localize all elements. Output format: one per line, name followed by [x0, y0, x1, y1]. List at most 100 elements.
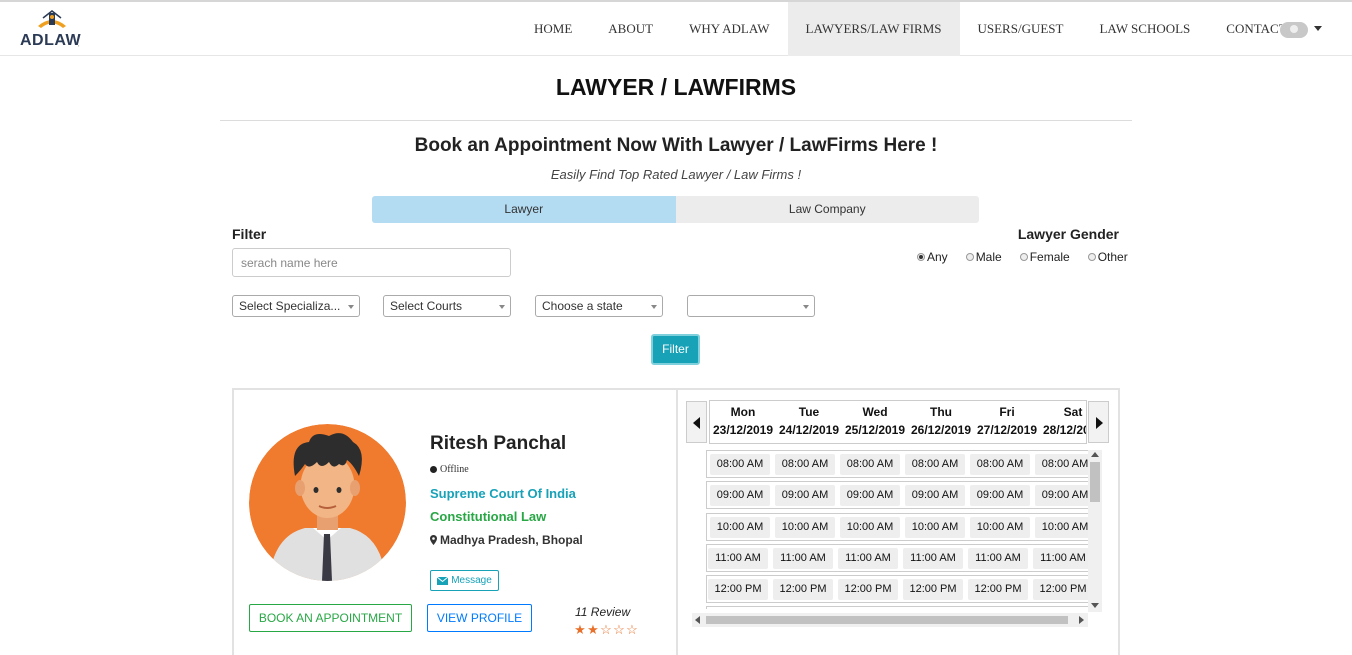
time-slot-button[interactable]: 11:00 AM [773, 548, 833, 569]
city-select[interactable] [687, 295, 815, 317]
tab-law-company[interactable]: Law Company [675, 196, 979, 223]
select-value: Choose a state [542, 299, 623, 313]
scroll-thumb[interactable] [1090, 462, 1100, 502]
scroll-thumb[interactable] [706, 616, 1068, 624]
message-button[interactable]: Message [430, 570, 499, 591]
star-filled-icon: ★ [587, 622, 599, 637]
nav-item-law-schools[interactable]: LAW SCHOOLS [1081, 2, 1208, 56]
day-name: Wed [862, 405, 888, 419]
status-indicator: Offline [430, 464, 469, 475]
time-slot-button[interactable]: 11:00 AM [1033, 548, 1088, 569]
time-slot-button[interactable]: 11:00 AM [708, 548, 768, 569]
star-empty-icon: ☆ [600, 622, 612, 637]
radio-other[interactable]: Other [1087, 250, 1128, 264]
time-slot-row: 09:00 AM 09:00 AM 09:00 AM 09:00 AM 09:00 AM… [706, 481, 1088, 509]
time-slot-button[interactable]: 08:00 AM [970, 454, 1030, 475]
radio-female[interactable]: Female [1019, 250, 1070, 264]
radio-dot[interactable] [1087, 253, 1096, 261]
time-slot-button[interactable]: 11:00 AM [838, 548, 898, 569]
lawyer-specialization: Constitutional Law [430, 509, 547, 524]
time-slot-button[interactable]: 12:00 PM [838, 579, 898, 600]
vertical-scrollbar[interactable] [1088, 450, 1102, 612]
time-slot-button[interactable]: 09:00 AM [840, 485, 900, 506]
time-slot-button[interactable]: 09:00 AM [1035, 485, 1088, 506]
time-slot-button[interactable]: 12:00 PM [968, 579, 1028, 600]
time-slot-button[interactable]: 09:00 AM [905, 485, 965, 506]
scroll-up-icon[interactable] [1091, 452, 1099, 457]
navbar: ADLAW ▪ HOME ABOUT WHY ADLAW LAWYERS/LAW FI… [0, 2, 1352, 56]
nav-item-about[interactable]: ABOUT [590, 2, 671, 56]
schedule-next-button[interactable] [1088, 401, 1109, 443]
time-slot-button[interactable]: 08:00 AM [775, 454, 835, 475]
time-slot-button[interactable]: 10:00 AM [840, 517, 900, 538]
arrow-left-icon [693, 417, 700, 429]
radio-any[interactable]: Any [917, 250, 948, 264]
schedule-prev-button[interactable] [686, 401, 707, 443]
nav-item-users-guest[interactable]: USERS/GUEST [960, 2, 1082, 56]
view-profile-button[interactable]: VIEW PROFILE [427, 604, 532, 632]
dropdown-arrow-icon [348, 305, 354, 309]
nav-item-home[interactable]: HOME [516, 2, 590, 56]
time-slot-button[interactable]: 08:00 AM [710, 454, 770, 475]
scroll-right-icon[interactable] [1079, 616, 1084, 624]
nav-item-why-adlaw[interactable]: WHY ADLAW [671, 2, 787, 56]
time-slot-button[interactable]: 10:00 AM [1035, 517, 1088, 538]
time-slot-button[interactable]: 08:00 AM [1035, 454, 1088, 475]
lawyer-avatar-illustration [249, 424, 406, 581]
main-nav: HOME ABOUT WHY ADLAW LAWYERS/LAW FIRMS USERS… [516, 2, 1305, 56]
courts-select[interactable]: Select Courts [383, 295, 511, 317]
rating-stars: ★ ★ ☆ ☆ ☆ [574, 622, 639, 638]
star-empty-icon: ☆ [613, 622, 625, 637]
brand-name: ADLAW [20, 32, 82, 49]
gender-label: Lawyer Gender [1017, 226, 1119, 242]
type-tabs: Lawyer Law Company [372, 196, 979, 223]
day-name: Fri [999, 405, 1015, 419]
scales-book-icon [38, 10, 66, 28]
time-slot-button[interactable]: 12:00 PM [903, 579, 963, 600]
book-appointment-button[interactable]: BOOK AN APPOINTMENT [249, 604, 412, 632]
horizontal-scrollbar[interactable] [692, 613, 1088, 627]
specialization-select[interactable]: Select Specializa... [232, 295, 360, 317]
time-slot-button[interactable]: 12:00 PM [773, 579, 833, 600]
caret-down-icon [1314, 26, 1322, 31]
time-slot-row: 08:00 AM 08:00 AM 08:00 AM 08:00 AM 08:00 AM… [706, 450, 1088, 478]
time-slot-button[interactable]: 12:00 PM [1033, 579, 1088, 600]
filter-button[interactable]: Filter [651, 334, 700, 365]
gender-radio-group: Any Male Female Other [917, 250, 1137, 264]
time-slot-button[interactable]: 08:00 AM [840, 454, 900, 475]
search-input[interactable] [232, 248, 511, 277]
radio-male[interactable]: Male [965, 250, 1002, 264]
day-name: Thu [930, 405, 952, 419]
scroll-down-icon[interactable] [1091, 603, 1099, 608]
time-slot-button[interactable]: 10:00 AM [905, 517, 965, 538]
brand-logo[interactable]: ADLAW ▪ [20, 10, 86, 50]
lawyer-name: Ritesh Panchal [430, 433, 567, 454]
time-slot-button[interactable]: 12:00 PM [708, 579, 768, 600]
radio-dot[interactable] [917, 253, 925, 261]
day-date: 28/12/2019 [1042, 423, 1086, 437]
star-filled-icon: ★ [574, 622, 586, 637]
nav-item-lawyers-law-firms[interactable]: LAWYERS/LAW FIRMS [787, 2, 960, 56]
radio-dot[interactable] [1019, 253, 1028, 261]
status-text: Offline [440, 464, 469, 475]
time-slot-button[interactable]: 10:00 AM [970, 517, 1030, 538]
day-column-header: Thu 26/12/2019 [908, 401, 974, 437]
time-slot-button[interactable]: 11:00 AM [903, 548, 963, 569]
star-empty-icon: ☆ [626, 622, 638, 637]
time-slot-button[interactable]: 10:00 AM [775, 517, 835, 538]
time-slot-button[interactable]: 09:00 AM [710, 485, 770, 506]
day-name: Sat [1063, 405, 1083, 419]
tab-lawyer[interactable]: Lawyer [372, 196, 676, 223]
time-slot-row: 10:00 AM 10:00 AM 10:00 AM 10:00 AM 10:00 AM… [706, 513, 1088, 541]
map-pin-icon [430, 535, 437, 545]
scroll-left-icon[interactable] [695, 616, 700, 624]
state-select[interactable]: Choose a state [535, 295, 663, 317]
time-slot-button[interactable]: 08:00 AM [905, 454, 965, 475]
time-slot-button[interactable]: 11:00 AM [968, 548, 1028, 569]
radio-dot[interactable] [965, 253, 974, 261]
time-slot-button[interactable]: 09:00 AM [775, 485, 835, 506]
user-menu[interactable] [1280, 20, 1322, 40]
time-slot-button[interactable]: 10:00 AM [710, 517, 770, 538]
review-count[interactable]: 11 Review [575, 605, 630, 619]
time-slot-button[interactable]: 09:00 AM [970, 485, 1030, 506]
